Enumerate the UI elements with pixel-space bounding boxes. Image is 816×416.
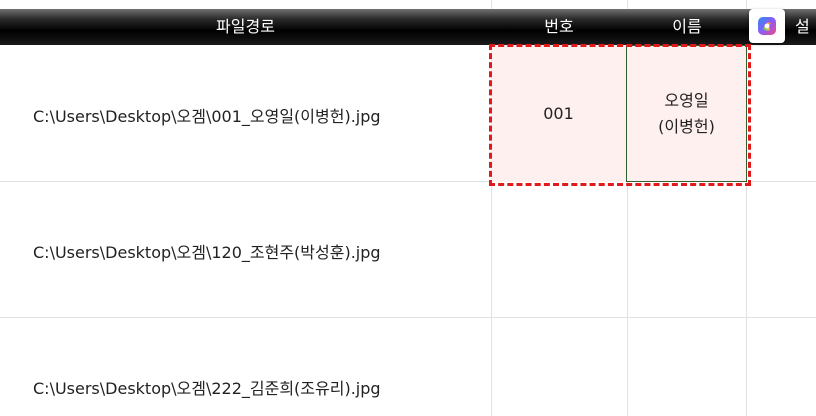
row-divider	[0, 317, 816, 318]
copilot-icon	[758, 17, 776, 35]
cell-number[interactable]: 001	[491, 45, 626, 182]
header-next-partial[interactable]: 설	[795, 9, 816, 45]
cell-path[interactable]: C:\Users\Desktop\오겜\120_조현주(박성훈).jpg	[33, 239, 381, 263]
header-path[interactable]: 파일경로	[0, 9, 491, 45]
spreadsheet: 파일경로 번호 이름 설 001 오영일 (이병헌) C:\Users\Desk…	[0, 0, 816, 416]
header-number[interactable]: 번호	[491, 9, 627, 45]
grid-line	[627, 0, 628, 9]
cell-name-line1: 오영일	[664, 90, 709, 110]
copilot-button[interactable]	[749, 9, 785, 43]
cell-number-text: 001	[543, 104, 574, 123]
grid-line	[491, 0, 492, 9]
table-header: 파일경로 번호 이름 설	[0, 9, 816, 45]
cell-name-active[interactable]: 오영일 (이병헌)	[626, 45, 747, 182]
cell-path[interactable]: C:\Users\Desktop\오겜\222_김준희(조유리).jpg	[33, 375, 381, 399]
cell-path[interactable]: C:\Users\Desktop\오겜\001_오영일(이병헌).jpg	[33, 103, 381, 127]
grid-line	[746, 0, 747, 9]
header-name[interactable]: 이름	[627, 9, 747, 45]
cell-name-line2: (이병헌)	[658, 116, 715, 136]
